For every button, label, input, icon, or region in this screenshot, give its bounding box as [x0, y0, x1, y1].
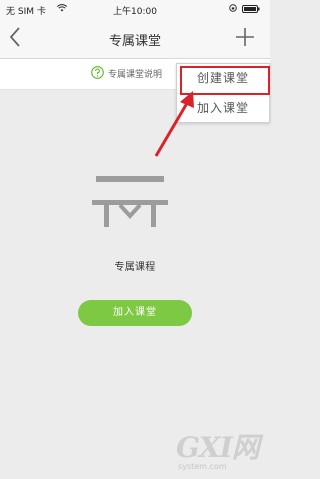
watermark-text: GXI网 — [176, 431, 260, 464]
status-bar: 无 SIM 卡 上午10:00 — [0, 0, 270, 18]
empty-state-text: 专属课程 — [114, 262, 156, 273]
watermark-logo: GXI网 system.com — [176, 433, 266, 479]
help-icon — [91, 66, 104, 79]
rotation-lock-icon — [229, 4, 237, 12]
pointer-arrow — [154, 91, 194, 157]
page-title: 专属课堂 — [108, 34, 161, 49]
navigation-bar: 专属课堂 — [0, 18, 270, 59]
battery-icon — [242, 5, 260, 13]
empty-classroom-icon — [92, 176, 168, 227]
add-icon[interactable] — [235, 27, 255, 47]
watermark-subtext: system.com — [178, 462, 227, 471]
join-classroom-button[interactable]: 加入课堂 — [78, 300, 192, 326]
notice-text: 专属课堂说明 — [108, 70, 163, 80]
